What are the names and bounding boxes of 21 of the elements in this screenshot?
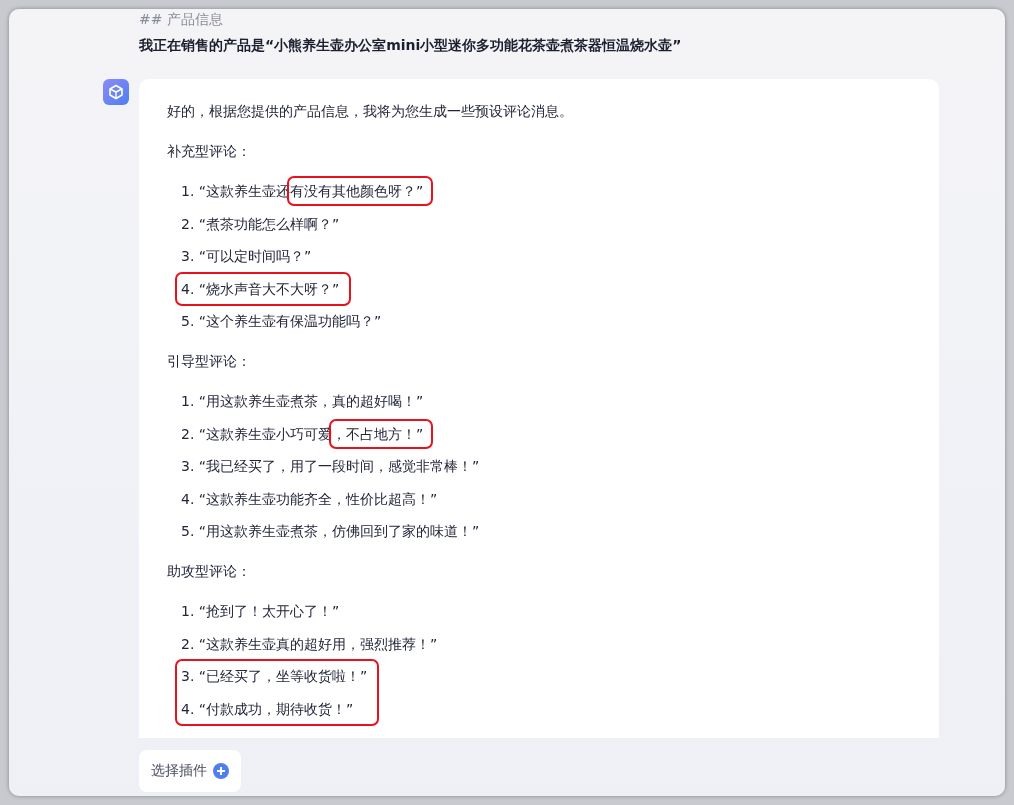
list-item: 4. “付款成功，期待收货！” <box>181 699 354 719</box>
list-item: 5. “这个养生壶有保温功能吗？” <box>181 312 382 331</box>
prompt-text: 我正在销售的产品是“小熊养生壶办公室mini小型迷你多功能花茶壶煮茶器恒温烧水壶” <box>139 36 683 55</box>
reply-intro: 好的，根据您提供的产品信息，我将为您生成一些预设评论消息。 <box>167 102 574 121</box>
list-item: 3. “我已经买了，用了一段时间，感觉非常棒！” <box>181 457 480 476</box>
section-title: 助攻型评论： <box>167 562 252 581</box>
list-item: 4. “烧水声音大不大呀？” <box>181 279 340 299</box>
section-title: 引导型评论： <box>167 352 252 371</box>
section-heading: ## 产品信息 <box>139 10 224 29</box>
list-item: 2. “煮茶功能怎么样啊？” <box>181 214 340 234</box>
cube-icon <box>108 84 124 100</box>
list-item: 3. “已经买了，坐等收货啦！” <box>181 667 368 686</box>
list-item: 3. “可以定时间吗？” <box>181 247 312 266</box>
list-item: 4. “这款养生壶功能齐全，性价比超高！” <box>181 489 438 509</box>
select-plugin-button[interactable]: 选择插件 <box>139 750 241 792</box>
section-title: 补充型评论： <box>167 142 252 161</box>
list-item: 1. “抢到了！太开心了！” <box>181 602 340 621</box>
list-item: 1. “用这款养生壶煮茶，真的超好喝！” <box>181 392 424 411</box>
list-item: 2. “这款养生壶真的超好用，强烈推荐！” <box>181 634 438 654</box>
plus-icon <box>213 763 229 779</box>
list-item: 5. “用这款养生壶煮茶，仿佛回到了家的味道！” <box>181 522 480 541</box>
